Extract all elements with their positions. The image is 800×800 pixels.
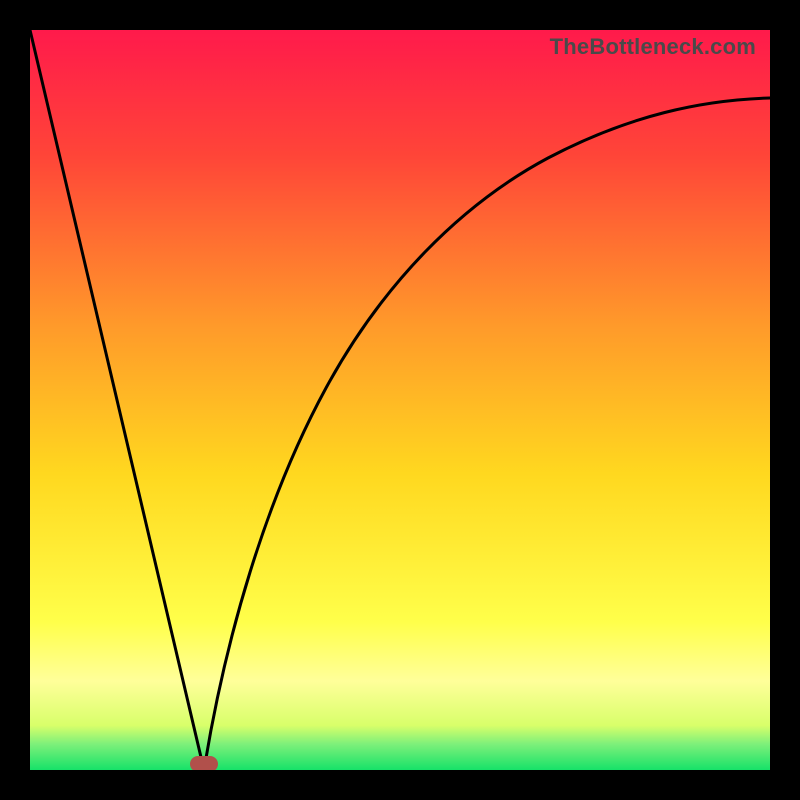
chart-frame: TheBottleneck.com bbox=[0, 0, 800, 800]
min-marker bbox=[190, 756, 218, 770]
watermark-text: TheBottleneck.com bbox=[550, 34, 756, 60]
gradient-background bbox=[30, 30, 770, 770]
plot-area: TheBottleneck.com bbox=[30, 30, 770, 770]
bottleneck-curve bbox=[30, 30, 770, 770]
chart-svg bbox=[30, 30, 770, 770]
